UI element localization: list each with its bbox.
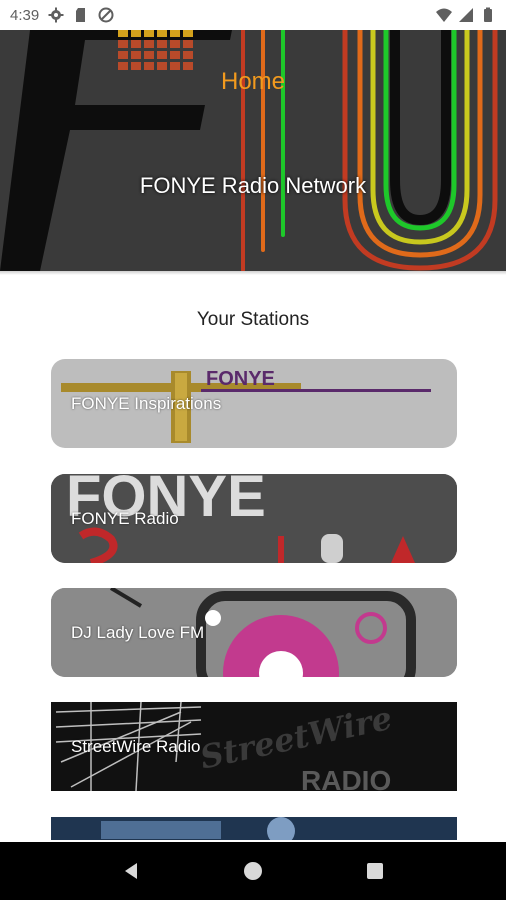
station-card-dj-lady-love-fm[interactable]: DJ Lady Love FM — [51, 588, 457, 677]
station-label: FONYE Radio — [71, 508, 179, 528]
svg-text:RADIO: RADIO — [301, 765, 391, 791]
station-label: FONYE Inspirations — [71, 393, 222, 413]
recents-icon — [367, 863, 383, 879]
station-card-fonye-inspirations[interactable]: FONYE FONYE Inspirations — [51, 359, 457, 448]
station-card-partial[interactable] — [51, 817, 457, 840]
home-button[interactable] — [233, 851, 273, 891]
station-card-fonye-radio[interactable]: FONYE FONYE Radio — [51, 474, 457, 563]
station-card-streetwire-radio[interactable]: StreetWire RADIO StreetWire Radio — [51, 702, 457, 791]
partial-station-image — [51, 817, 457, 840]
station-list: FONYE FONYE Inspirations FONYE FONYE Rad… — [0, 0, 506, 840]
home-icon — [244, 862, 262, 880]
back-icon — [125, 863, 137, 879]
system-nav-bar — [0, 842, 506, 900]
station-label: StreetWire Radio — [71, 736, 201, 756]
back-button[interactable] — [111, 851, 151, 891]
station-label: DJ Lady Love FM — [71, 622, 205, 642]
recents-button[interactable] — [355, 851, 395, 891]
